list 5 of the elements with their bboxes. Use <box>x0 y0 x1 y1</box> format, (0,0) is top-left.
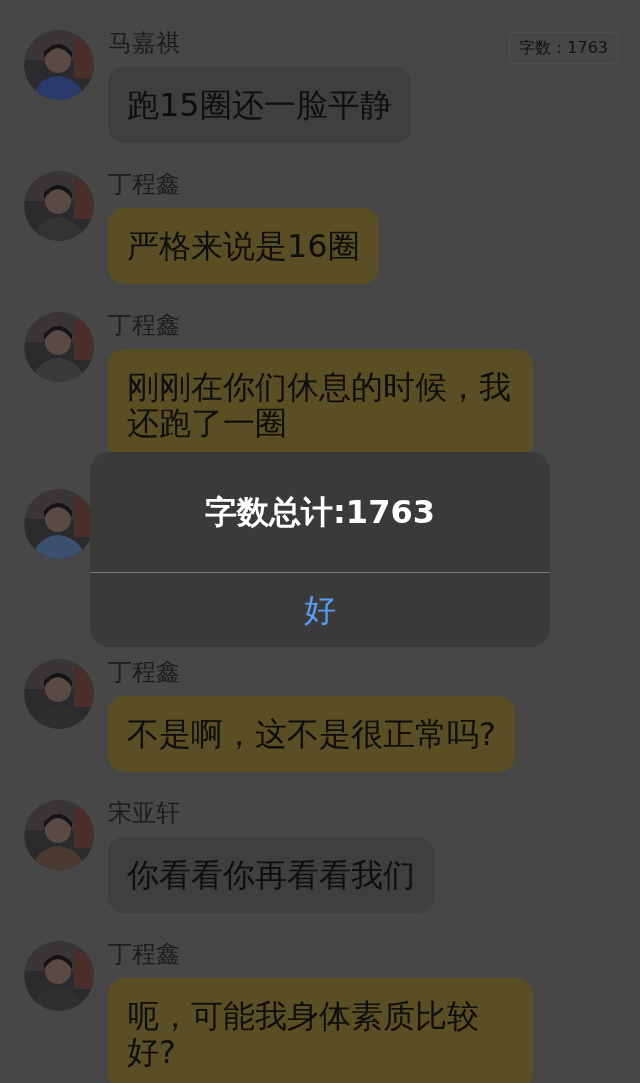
message-bubble: 严格来说是16圈 <box>108 208 379 284</box>
ok-button[interactable]: 好 <box>90 573 550 647</box>
message-bubble: 不是啊，这不是很正常吗? <box>108 696 515 772</box>
alert-title: 字数总计:1763 <box>205 492 435 533</box>
message-bubble: 呃，可能我身体素质比较好? <box>108 978 533 1083</box>
